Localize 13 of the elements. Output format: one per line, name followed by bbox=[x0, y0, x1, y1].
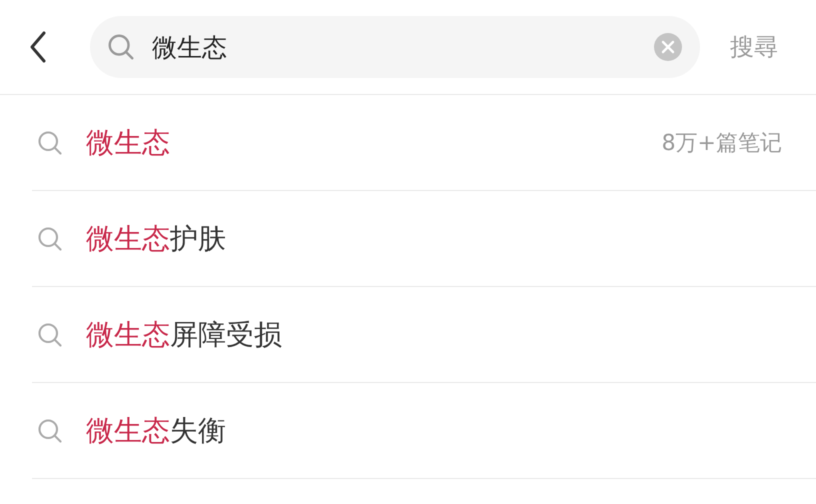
suggestion-link[interactable]: 微生态护肤 bbox=[86, 220, 226, 258]
search-icon bbox=[36, 128, 64, 156]
search-icon bbox=[36, 320, 64, 348]
query-text: 微生态 bbox=[152, 32, 228, 64]
search-icon bbox=[36, 416, 64, 444]
suggestion-link[interactable]: 微生态失衡 bbox=[86, 412, 226, 450]
suggestion-link[interactable]: 微生态 bbox=[86, 124, 170, 162]
note-count: 8万+篇笔记 bbox=[662, 130, 782, 158]
search-icon bbox=[36, 224, 64, 252]
back-icon[interactable] bbox=[28, 30, 48, 64]
suggestion-link[interactable]: 微生态屏障受损 bbox=[86, 316, 282, 354]
search-field[interactable]: 微生态 bbox=[90, 16, 700, 78]
search-icon bbox=[106, 32, 136, 62]
